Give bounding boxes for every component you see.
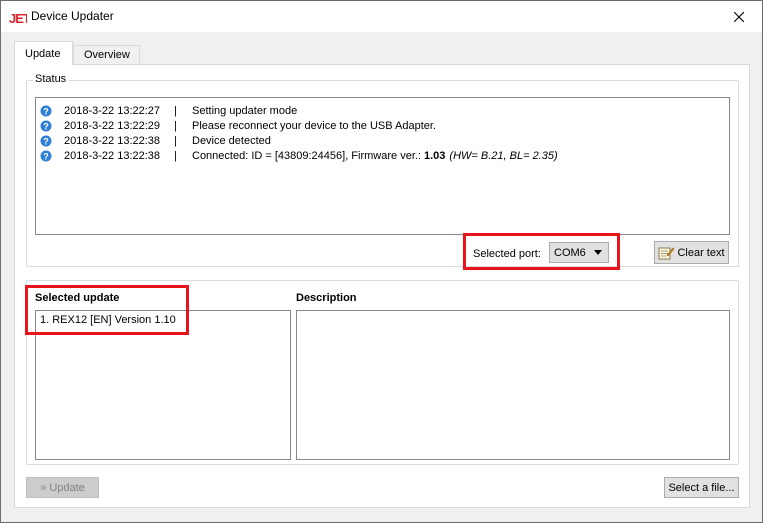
log-separator: | bbox=[174, 149, 177, 162]
window-title: Device Updater bbox=[31, 9, 114, 23]
select-file-button[interactable]: Select a file... bbox=[664, 477, 739, 498]
close-button[interactable] bbox=[716, 1, 762, 32]
info-icon: ? bbox=[40, 105, 52, 116]
log-timestamp: 2018-3-22 13:22:27 bbox=[64, 104, 161, 117]
selected-update-highlight-box bbox=[25, 285, 189, 335]
info-icon: ? bbox=[40, 120, 52, 131]
update-button[interactable]: » Update bbox=[26, 477, 99, 498]
log-row: ? 2018-3-22 13:22:27 | Setting updater m… bbox=[40, 103, 297, 118]
log-message: Setting updater mode bbox=[192, 104, 298, 117]
tab-overview[interactable]: Overview bbox=[73, 45, 140, 65]
log-timestamp: 2018-3-22 13:22:29 bbox=[64, 119, 161, 132]
log-message: Device detected bbox=[192, 134, 271, 147]
svg-text:?: ? bbox=[43, 151, 49, 161]
clear-text-button[interactable]: Clear text bbox=[654, 241, 729, 264]
log-timestamp: 2018-3-22 13:22:38 bbox=[64, 149, 161, 162]
update-tab-panel: Status ? 2018-3-22 13:22:27 | Setting up… bbox=[14, 64, 750, 508]
tab-update[interactable]: Update bbox=[14, 41, 73, 65]
info-icon: ? bbox=[40, 135, 52, 146]
log-separator: | bbox=[174, 134, 177, 147]
title-bar[interactable]: JETI Device Updater bbox=[1, 1, 762, 32]
clear-text-label: Clear text bbox=[677, 246, 725, 259]
eraser-note-icon bbox=[658, 247, 675, 259]
port-highlight-box bbox=[463, 233, 620, 270]
update-selection-group: Selected update Description 1. REX12 [EN… bbox=[25, 280, 739, 465]
svg-text:?: ? bbox=[43, 136, 49, 146]
device-updater-window: JETI Device Updater Update Overview Stat… bbox=[0, 0, 763, 523]
log-separator: | bbox=[174, 119, 177, 132]
svg-text:JETI: JETI bbox=[9, 11, 27, 26]
firmware-version: 1.03 bbox=[424, 149, 446, 162]
status-log[interactable]: ? 2018-3-22 13:22:27 | Setting updater m… bbox=[35, 97, 730, 235]
description-label: Description bbox=[296, 292, 357, 304]
log-row: ? 2018-3-22 13:22:29 | Please reconnect … bbox=[40, 118, 436, 133]
log-message: Please reconnect your device to the USB … bbox=[192, 119, 436, 132]
log-message: Connected: ID = [43809:24456], Firmware … bbox=[192, 149, 421, 162]
log-timestamp: 2018-3-22 13:22:38 bbox=[64, 134, 161, 147]
log-separator: | bbox=[174, 104, 177, 117]
log-row: ? 2018-3-22 13:22:38 | Connected: ID = [… bbox=[40, 148, 558, 163]
status-group-label: Status bbox=[33, 73, 69, 85]
svg-text:?: ? bbox=[43, 106, 49, 116]
select-file-label: Select a file... bbox=[668, 481, 735, 494]
double-chevron-right-icon: » bbox=[40, 481, 47, 494]
status-group: Status ? 2018-3-22 13:22:27 | Setting up… bbox=[26, 73, 739, 270]
update-button-label: Update bbox=[49, 481, 85, 494]
close-icon bbox=[734, 11, 744, 22]
hardware-bootloader-version: (HW= B.21, BL= 2.35) bbox=[449, 149, 558, 162]
log-row: ? 2018-3-22 13:22:38 | Device detected bbox=[40, 133, 271, 148]
svg-text:?: ? bbox=[43, 121, 49, 131]
jeti-logo-icon: JETI bbox=[9, 11, 27, 26]
info-icon: ? bbox=[40, 150, 52, 161]
description-box[interactable] bbox=[296, 310, 730, 460]
